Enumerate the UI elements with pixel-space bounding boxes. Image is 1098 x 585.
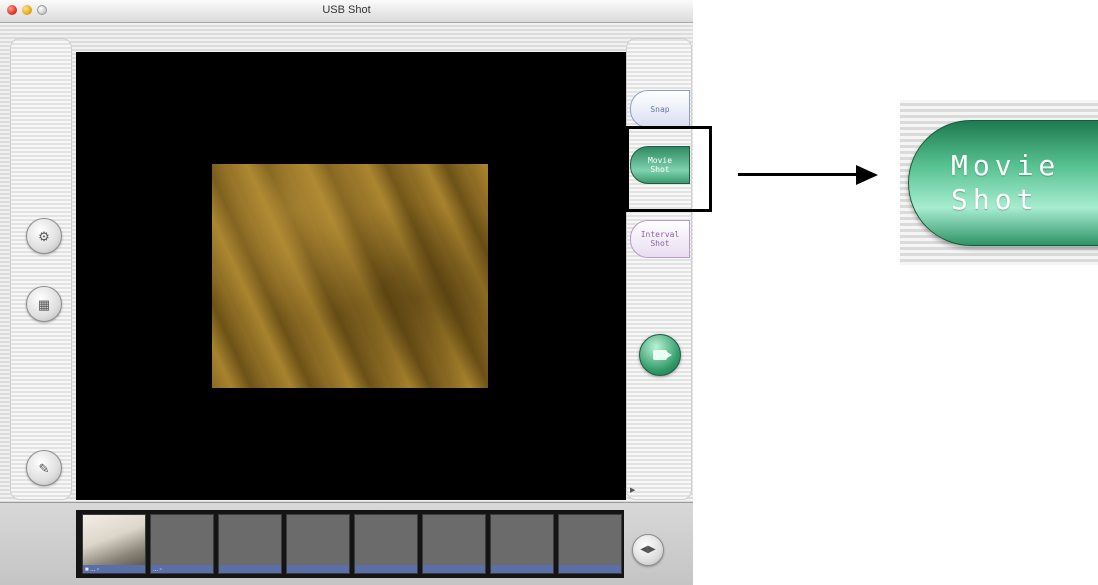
video-camera-icon xyxy=(653,350,672,360)
callout-arrow-head-icon xyxy=(856,165,878,185)
left-toolbar xyxy=(10,38,72,500)
thumbnail-label: ■ ... ▫ xyxy=(85,567,100,573)
record-button[interactable] xyxy=(639,334,681,376)
thumbnail[interactable] xyxy=(558,514,622,574)
video-frame xyxy=(212,164,488,388)
snap-button[interactable]: Snap xyxy=(630,90,690,128)
interval-shot-label-line2: Shot xyxy=(650,239,670,248)
callout-arrow-line xyxy=(738,173,858,176)
interval-shot-button[interactable]: Interval Shot xyxy=(630,220,690,258)
thumbnail[interactable] xyxy=(490,514,554,574)
thumbnail-bar xyxy=(355,565,417,573)
zoomed-movie-shot-button: Movie Shot xyxy=(900,100,1098,265)
thumbnail[interactable] xyxy=(286,514,350,574)
thumbnail[interactable]: ■ ... ▫ xyxy=(82,514,146,574)
video-source-button[interactable]: ▦ xyxy=(26,286,62,322)
snap-label: Snap xyxy=(650,104,670,114)
thumbnail-bar xyxy=(287,565,349,573)
video-preview xyxy=(76,52,626,500)
scroll-filmstrip-button[interactable]: ◀▶ xyxy=(632,534,664,566)
thumbnail-bar xyxy=(559,565,621,573)
window-title: USB Shot xyxy=(322,4,371,16)
edit-button[interactable]: ✎ xyxy=(26,450,62,486)
camera-settings-button[interactable]: ⚙ xyxy=(26,218,62,254)
zoomed-pill: Movie Shot xyxy=(908,120,1098,246)
thumbnail-bar xyxy=(423,565,485,573)
app-window: USB Shot ⚙ ▦ ✎ ⇪ Snap Movie Shot Interva… xyxy=(0,0,693,585)
left-right-arrows-icon: ◀▶ xyxy=(640,544,656,555)
thumbnail-bar xyxy=(219,565,281,573)
thumbnail[interactable]: ... ▫ xyxy=(150,514,214,574)
thumbnail[interactable] xyxy=(354,514,418,574)
title-bar[interactable]: USB Shot xyxy=(0,0,693,23)
highlight-box xyxy=(626,126,712,212)
interval-shot-label-line1: Interval xyxy=(640,230,680,239)
expand-arrow-icon[interactable]: ▶ xyxy=(630,486,635,494)
zoomed-label-line1: Movie xyxy=(951,149,1061,182)
camera-settings-icon: ⚙ xyxy=(38,228,50,244)
edit-icon: ✎ xyxy=(38,460,50,476)
thumbnail-label: ... ▫ xyxy=(153,567,162,573)
zoomed-label-line2: Shot xyxy=(951,183,1039,216)
thumbnail-bar xyxy=(491,565,553,573)
thumbnail[interactable] xyxy=(218,514,282,574)
video-source-icon: ▦ xyxy=(37,296,51,312)
thumbnail[interactable] xyxy=(422,514,486,574)
